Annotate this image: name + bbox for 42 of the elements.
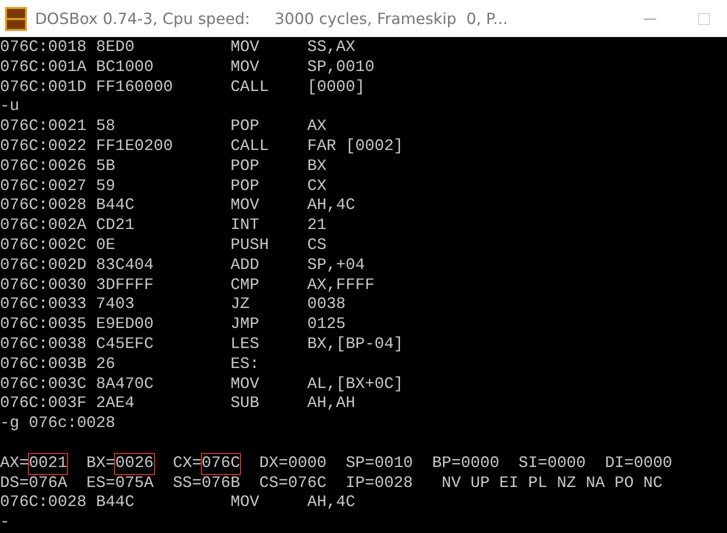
console-line: 076C:0033 7403 JZ 0038 — [0, 295, 346, 314]
console-line: DS=076A ES=075A SS=076B CS=076C IP=0028 NV UP EI PL NZ NA PO NC — [0, 474, 663, 492]
console-line: 076C:003F 2AE4 SUB AH,AH — [0, 394, 356, 412]
console-line: 076C:001D FF160000 CALL [0000] — [0, 78, 365, 96]
console-line: -g 076c:0028 — [0, 414, 116, 432]
register-name: DX= — [259, 454, 288, 474]
register-name: BX= — [86, 454, 116, 474]
console-line: 076C:001A BC1000 MOV SP,0010 — [0, 58, 374, 76]
console-line: 076C:002A CD21 INT 21 — [0, 216, 326, 234]
console-line: 076C:003B 26 ES: — [0, 354, 260, 373]
console-line: 076C:0018 8ED0 MOV SS,AX — [0, 38, 356, 56]
register-value: 0000 — [288, 454, 326, 474]
console-line: 076C:0021 58 POP AX — [0, 117, 326, 136]
console-line: 076C:002C 0E PUSH CS — [0, 236, 326, 254]
console-line: 076C:0028 B44C MOV AH,4C — [0, 196, 356, 214]
console-line: -u — [0, 97, 20, 116]
console-line: 076C:0027 59 POP CX — [0, 176, 326, 195]
register-name: CX= — [172, 454, 202, 474]
console-line: 076C:002D 83C404 ADD SP,+04 — [0, 256, 365, 274]
console-line: 076C:0028 B44C MOV AH,4C — [0, 493, 356, 512]
app-logo-icon — [5, 6, 27, 30]
register-name: SP= — [346, 454, 374, 474]
register-value: 0000 — [547, 454, 586, 474]
window-title: DOSBox 0.74-3, Cpu speed: 3000 cycles, Frameskip 0, P... — [35, 10, 509, 28]
register-name: BP= — [432, 454, 461, 474]
register-value: 0026 — [115, 454, 154, 474]
register-name: DI= — [604, 454, 634, 474]
console-line: 076C:0030 3DFFFF CMP AX,FFFF — [0, 276, 374, 294]
maximize-icon — [698, 12, 710, 24]
register-value: 076C — [202, 454, 240, 474]
console-line: 076C:0026 5B POP BX — [0, 156, 326, 175]
console-line: - — [0, 513, 10, 532]
register-value: 0021 — [28, 454, 68, 474]
register-name: SI= — [518, 454, 548, 474]
register-value: 0010 — [374, 454, 413, 474]
console-line: 076C:0035 E9ED00 JMP 0125 — [0, 315, 346, 334]
register-value: 0000 — [634, 454, 672, 474]
console-line: 076C:003C 8A470C MOV AL,[BX+0C] — [0, 374, 404, 393]
register-name: AX= — [0, 454, 29, 474]
console-line: 076C:0038 C45EFC LES BX,[BP-04] — [0, 334, 404, 353]
register-value: 0000 — [460, 454, 500, 474]
console-line: 076C:0022 FF1E0200 CALL FAR [0002] — [0, 136, 404, 155]
